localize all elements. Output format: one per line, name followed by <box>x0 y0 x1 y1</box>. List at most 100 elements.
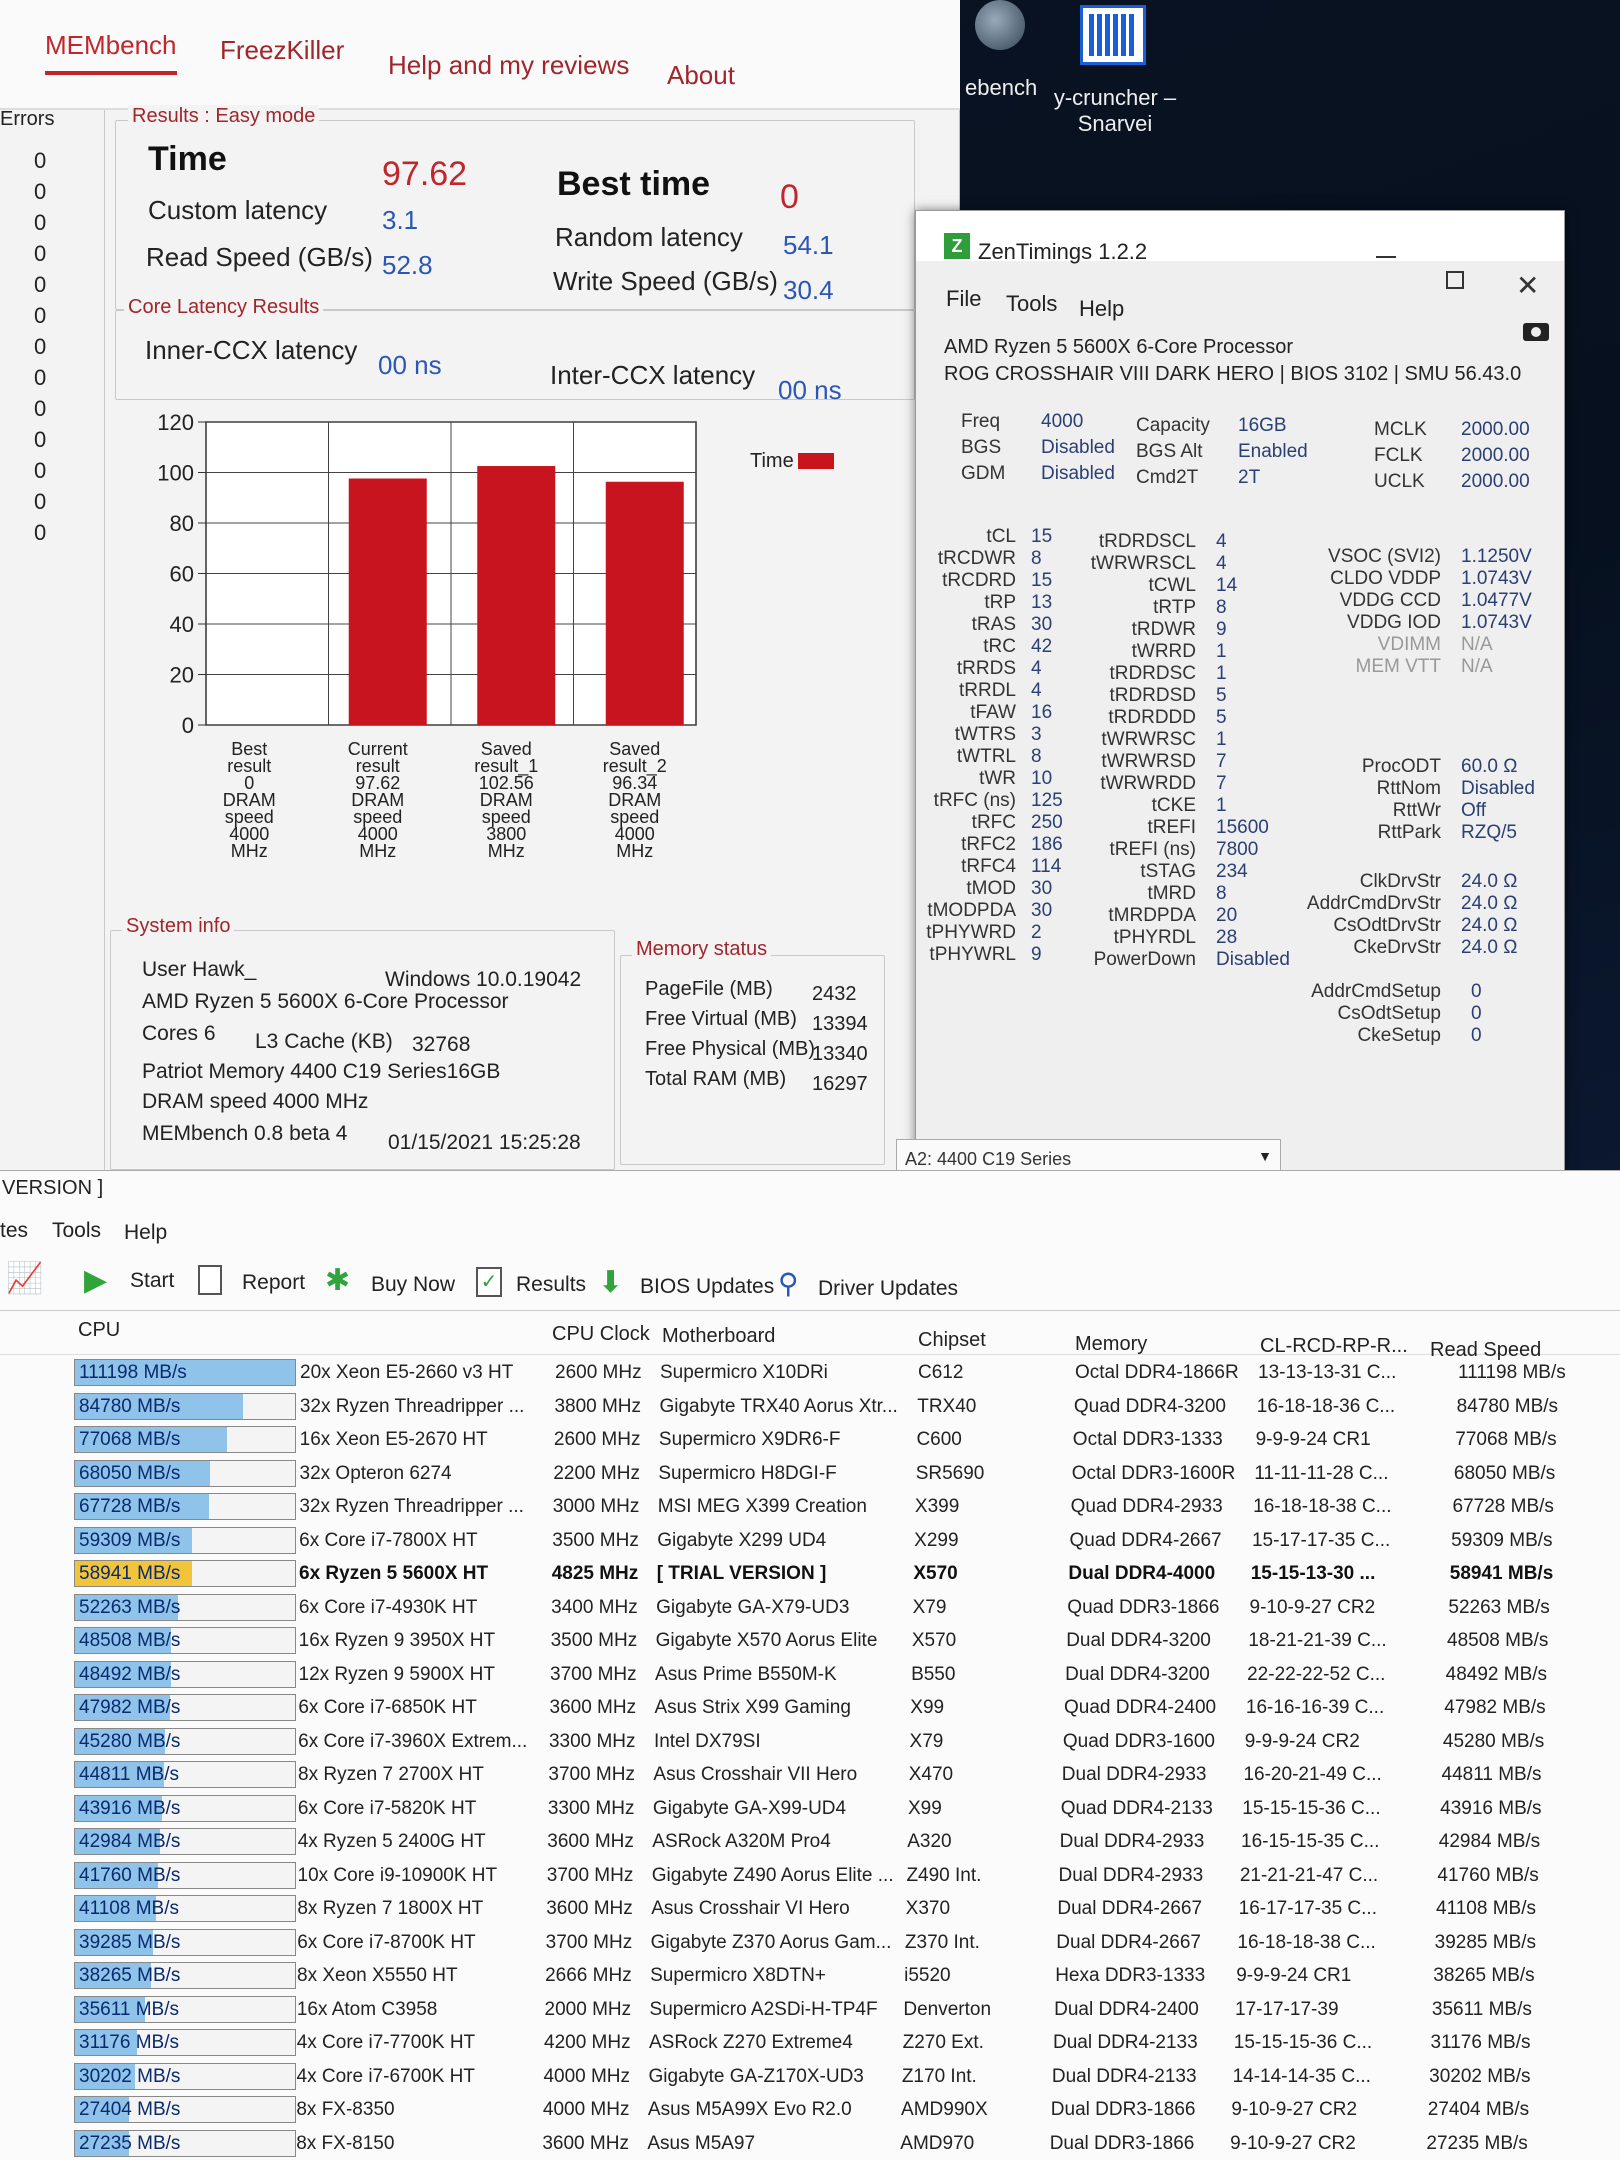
close-button[interactable]: ✕ <box>1516 269 1539 302</box>
table-row[interactable]: 41108 MB/s 8x Ryzen 7 1800X HT 3600 MHz Asu… <box>0 1892 1620 1926</box>
menu-help[interactable]: Help <box>124 1221 167 1245</box>
zen-voltage-value: 1.0743V <box>1461 612 1532 633</box>
desktop-icon-label: y-cruncher – Snarvei <box>1053 85 1177 136</box>
table-row[interactable]: 45280 MB/s 6x Core i7-3960X Extrem... 3300… <box>0 1725 1620 1759</box>
row-timings: 16-20-21-49 C... <box>1243 1764 1382 1785</box>
menu-help[interactable]: Help <box>1079 296 1124 322</box>
tab-about[interactable]: About <box>667 60 735 91</box>
menu-tes[interactable]: tes <box>0 1219 28 1243</box>
table-row[interactable]: 48492 MB/s 12x Ryzen 9 5900X HT 3700 MHz As… <box>0 1658 1620 1692</box>
col-timings[interactable]: CL-RCD-RP-R... <box>1260 1335 1408 1358</box>
camera-icon[interactable] <box>1523 323 1549 341</box>
buy-now-button[interactable]: ✱ Buy Now <box>325 1263 460 1303</box>
table-row[interactable]: 48508 MB/s 16x Ryzen 9 3950X HT 3500 MHz Gi… <box>0 1624 1620 1658</box>
row-cpu: 16x Atom C3958 <box>296 1998 438 2020</box>
row-timings: 13-13-13-31 C... <box>1258 1362 1397 1383</box>
x-tick-label: MHz <box>616 841 653 861</box>
error-count: 0 <box>34 427 47 452</box>
table-row[interactable]: 27404 MB/s 8x FX-8350 4000 MHz Asus M5A99X … <box>0 2093 1620 2127</box>
row-memory: Dual DDR4-2133 <box>1051 2065 1197 2087</box>
results-button[interactable]: ✓ Results <box>476 1265 596 1305</box>
row-memory: Hexa DDR3-1333 <box>1055 1965 1206 1986</box>
chart-icon[interactable]: 📈 <box>6 1261 43 1296</box>
col-chipset[interactable]: Chipset <box>918 1329 986 1352</box>
speed-bar: 43916 MB/s <box>74 1794 296 1822</box>
maximize-button[interactable] <box>1446 271 1464 289</box>
tab-freezkiller[interactable]: FreezKiller <box>220 35 344 66</box>
speed-value: 48492 MB/s <box>79 1663 181 1685</box>
table-row[interactable]: 43916 MB/s 6x Core i7-5820K HT 3300 MHz Gig… <box>0 1792 1620 1826</box>
write-speed-label: Write Speed (GB/s) <box>553 266 778 296</box>
table-row[interactable]: 111198 MB/s 20x Xeon E5-2660 v3 HT 2600 MH… <box>0 1356 1620 1390</box>
table-row[interactable]: 35611 MB/s 16x Atom C3958 2000 MHz Supermic… <box>0 1993 1620 2027</box>
system-info-title: System info <box>122 915 235 938</box>
row-read-speed: 59309 MB/s <box>1451 1529 1553 1551</box>
table-row[interactable]: 30202 MB/s 4x Core i7-6700K HT 4000 MHz Gig… <box>0 2060 1620 2094</box>
row-cpu-clock: 2600 MHz <box>555 1362 642 1383</box>
table-row[interactable]: 67728 MB/s 32x Ryzen Threadripper ... 3000… <box>0 1490 1620 1524</box>
toolbar: 📈 ▶ Start Report ✱ Buy Now ✓ Results ⬇ B… <box>0 1251 1620 1311</box>
minimize-button[interactable] <box>1376 256 1396 258</box>
report-button[interactable]: Report <box>198 1263 318 1303</box>
row-cpu: 32x Opteron 6274 <box>299 1462 452 1484</box>
benchmark-window: VERSION ] tes Tools Help 📈 ▶ Start Repor… <box>0 1170 1620 2160</box>
speed-value: 48508 MB/s <box>79 1630 181 1651</box>
table-row[interactable]: 31176 MB/s 4x Core i7-7700K HT 4200 MHz ASR… <box>0 2026 1620 2060</box>
table-row[interactable]: 84780 MB/s 32x Ryzen Threadripper ... 3800… <box>0 1390 1620 1424</box>
driver-updates-button[interactable]: ⚲ Driver Updates <box>778 1267 958 1307</box>
row-read-speed: 77068 MB/s <box>1455 1429 1557 1450</box>
bios-updates-button[interactable]: ⬇ BIOS Updates <box>598 1265 774 1305</box>
table-row[interactable]: 68050 MB/s 32x Opteron 6274 2200 MHz Superm… <box>0 1457 1620 1491</box>
zen-param-value: 2T <box>1238 467 1261 488</box>
row-motherboard: Supermicro X10DRi <box>660 1362 828 1383</box>
best-time-label: Best time <box>557 165 711 203</box>
row-read-speed: 45280 MB/s <box>1442 1730 1545 1752</box>
table-row[interactable]: 44811 MB/s 8x Ryzen 7 2700X HT 3700 MHz Asu… <box>0 1758 1620 1792</box>
row-motherboard: Gigabyte Z370 Aorus Gam... <box>650 1931 892 1953</box>
zen-timing-value: 5 <box>1216 685 1227 706</box>
row-motherboard: Asus Strix X99 Gaming <box>654 1697 851 1718</box>
speed-bar: 58941 MB/s <box>74 1560 296 1587</box>
desktop-icon-y-cruncher[interactable]: y-cruncher – Snarvei <box>1040 0 1190 140</box>
row-cpu: 12x Ryzen 9 5900X HT <box>298 1663 495 1685</box>
menu-file[interactable]: File <box>946 286 981 312</box>
row-chipset: X79 <box>909 1730 944 1752</box>
table-row[interactable]: 77068 MB/s 16x Xeon E5-2670 HT 2600 MHz Sup… <box>0 1423 1620 1457</box>
row-timings: 16-18-18-36 C... <box>1256 1395 1396 1417</box>
row-cpu-clock: 3600 MHz <box>547 1831 634 1852</box>
tab-help-reviews[interactable]: Help and my reviews <box>388 50 629 81</box>
table-row[interactable]: 58941 MB/s 6x Ryzen 5 5600X HT 4825 MHz [ T… <box>0 1557 1620 1591</box>
start-button[interactable]: ▶ Start <box>84 1263 184 1303</box>
table-row[interactable]: 42984 MB/s 4x Ryzen 5 2400G HT 3600 MHz ASR… <box>0 1825 1620 1859</box>
row-memory: Dual DDR4-2933 <box>1058 1864 1204 1886</box>
menu-tools[interactable]: Tools <box>1006 291 1057 317</box>
table-row[interactable]: 47982 MB/s 6x Core i7-6850K HT 3600 MHz Asu… <box>0 1691 1620 1725</box>
zentimings-app-icon: Z <box>944 233 970 259</box>
col-cpu[interactable]: CPU <box>78 1319 120 1342</box>
table-row[interactable]: 59309 MB/s 6x Core i7-7800X HT 3500 MHz Gig… <box>0 1524 1620 1558</box>
custom-latency-value: 3.1 <box>382 205 419 235</box>
x-tick-label: MHz <box>231 841 268 861</box>
speed-bar: 45280 MB/s <box>74 1727 296 1755</box>
table-row[interactable]: 39285 MB/s 6x Core i7-8700K HT 3700 MHz Gig… <box>0 1926 1620 1960</box>
col-motherboard[interactable]: Motherboard <box>662 1325 775 1348</box>
row-cpu-clock: 3600 MHz <box>549 1697 637 1718</box>
table-row[interactable]: 27235 MB/s 8x FX-8150 3600 MHz Asus M5A97 AM… <box>0 2127 1620 2160</box>
table-row[interactable]: 52263 MB/s 6x Core i7-4930K HT 3400 MHz Gig… <box>0 1591 1620 1625</box>
row-read-speed: 48508 MB/s <box>1447 1630 1549 1651</box>
col-cpu-clock[interactable]: CPU Clock <box>552 1323 650 1346</box>
zen-timing-value: 14 <box>1216 575 1238 596</box>
row-read-speed: 42984 MB/s <box>1438 1831 1541 1852</box>
speed-value: 77068 MB/s <box>79 1429 181 1450</box>
speed-value: 59309 MB/s <box>79 1529 181 1551</box>
menu-tools[interactable]: Tools <box>52 1219 101 1243</box>
zen-timing-value: 1 <box>1216 729 1227 750</box>
col-memory[interactable]: Memory <box>1075 1333 1147 1356</box>
zen-timing-label: tWRWRSD <box>1101 751 1196 772</box>
row-chipset: X99 <box>910 1697 945 1718</box>
tab-membench[interactable]: MEMbench <box>45 30 177 75</box>
table-row[interactable]: 38265 MB/s 8x Xeon X5550 HT 2666 MHz Superm… <box>0 1959 1620 1993</box>
row-chipset: C612 <box>918 1362 964 1383</box>
table-row[interactable]: 41760 MB/s 10x Core i9-10900K HT 3700 MHz G… <box>0 1859 1620 1893</box>
zen-param-label: BGS Alt <box>1136 441 1203 462</box>
